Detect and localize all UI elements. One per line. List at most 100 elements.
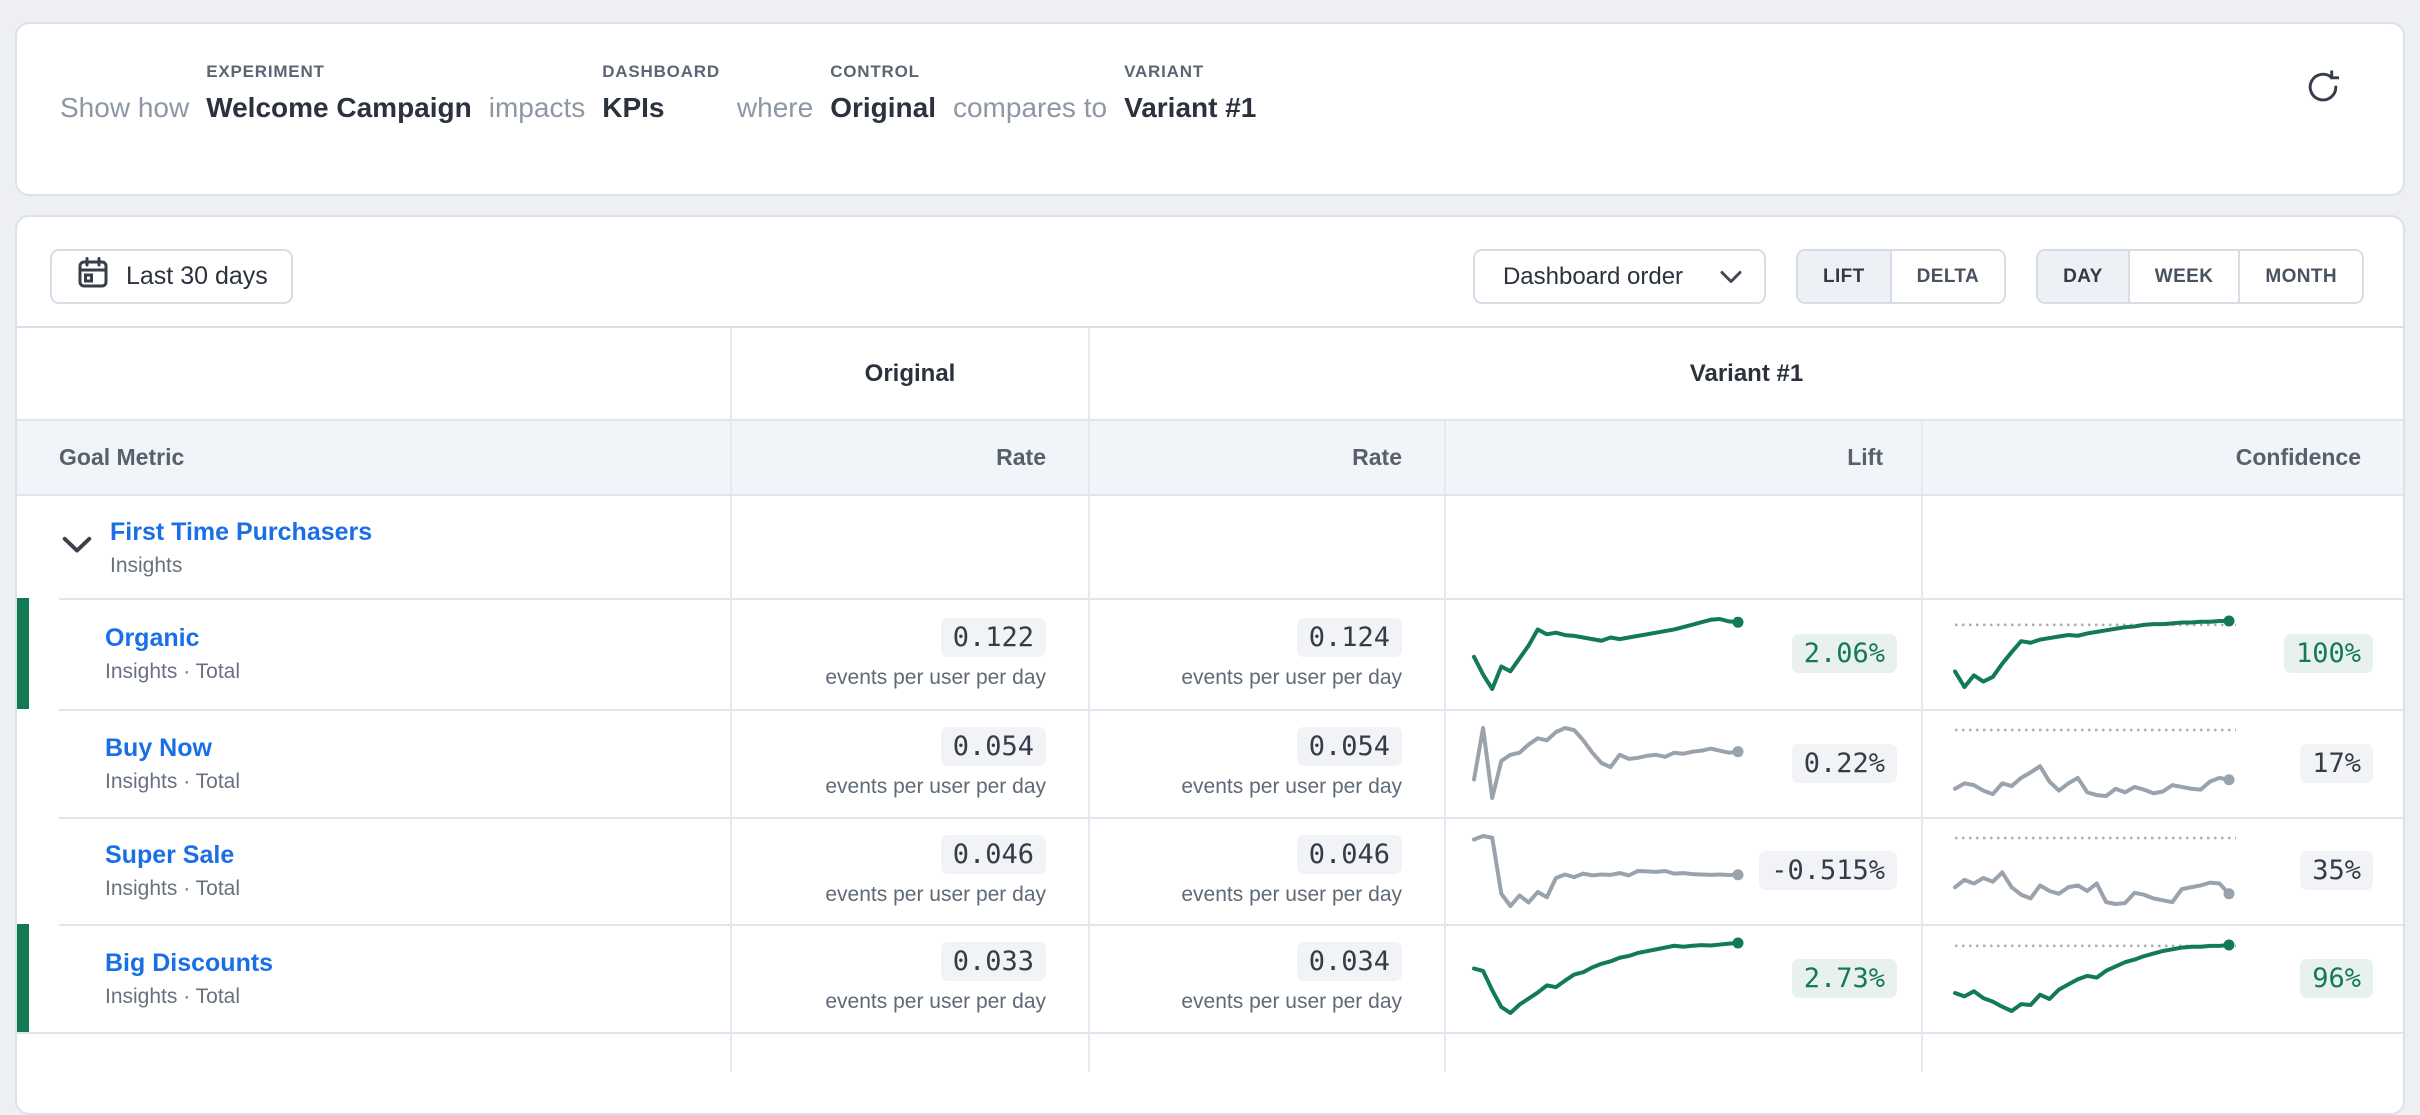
lift-value: -0.515% bbox=[1759, 851, 1897, 890]
rate-unit: events per user per day bbox=[1181, 666, 1402, 690]
control-value[interactable]: Original bbox=[830, 91, 936, 125]
confidence-value: 17% bbox=[2300, 744, 2373, 783]
rate-value: 0.122 bbox=[941, 618, 1046, 657]
variant-rate-cell: 0.054 events per user per day bbox=[1088, 709, 1444, 817]
metric-link[interactable]: First Time Purchasers bbox=[110, 517, 730, 547]
lift-cell: -0.515% bbox=[1444, 817, 1921, 924]
variant-group-header: Variant #1 bbox=[1088, 328, 2403, 419]
variant-label: VARIANT bbox=[1124, 62, 1256, 91]
metric-subtitle: Insights · Total bbox=[105, 985, 730, 1009]
toggle-option-delta[interactable]: DELTA bbox=[1890, 251, 2005, 302]
confidence-cell: 35% bbox=[1921, 817, 2403, 924]
toggle-option-week[interactable]: WEEK bbox=[2128, 251, 2239, 302]
metric-cell: Super Sale Insights · Total bbox=[17, 817, 730, 924]
rate-unit: events per user per day bbox=[825, 775, 1046, 799]
experiment-query-card: Show how EXPERIMENT Welcome Campaign imp… bbox=[15, 22, 2405, 196]
metric-subtitle: Insights · Total bbox=[105, 770, 730, 794]
query-part-show-how: Show how bbox=[60, 62, 189, 125]
metric-link[interactable]: Super Sale bbox=[105, 840, 730, 870]
metric-cell: Organic Insights · Total bbox=[17, 598, 730, 709]
control-rate-cell: 0.122 events per user per day bbox=[730, 598, 1088, 709]
confidence-sparkline bbox=[1951, 829, 2243, 913]
query-part-dashboard[interactable]: DASHBOARD KPIs bbox=[602, 62, 720, 125]
metric-link[interactable]: Buy Now bbox=[105, 733, 730, 763]
query-sentence: Show how EXPERIMENT Welcome Campaign imp… bbox=[17, 24, 2403, 125]
lift-cell: 0.22% bbox=[1444, 709, 1921, 817]
lift-value: 2.06% bbox=[1792, 634, 1897, 673]
lift-cell: 2.06% bbox=[1444, 598, 1921, 709]
toggle-option-lift[interactable]: LIFT bbox=[1798, 251, 1890, 302]
dashboard-value[interactable]: KPIs bbox=[602, 91, 720, 125]
lift-delta-toggle: LIFT DELTA bbox=[1796, 249, 2006, 304]
rate-unit: events per user per day bbox=[825, 666, 1046, 690]
rate-value: 0.046 bbox=[941, 835, 1046, 874]
query-part-where: where bbox=[737, 62, 813, 125]
col-header-lift: Lift bbox=[1444, 421, 1921, 494]
metric-cell: Big Discounts Insights · Total bbox=[17, 924, 730, 1032]
confidence-cell: 17% bbox=[1921, 709, 2403, 817]
lift-sparkline bbox=[1470, 719, 1752, 807]
rate-value: 0.124 bbox=[1297, 618, 1402, 657]
confidence-sparkline bbox=[1951, 612, 2243, 696]
confidence-value: 96% bbox=[2300, 959, 2373, 998]
toggle-option-month[interactable]: MONTH bbox=[2238, 251, 2362, 302]
rate-unit: events per user per day bbox=[825, 883, 1046, 907]
dashboard-label: DASHBOARD bbox=[602, 62, 720, 91]
query-part-experiment[interactable]: EXPERIMENT Welcome Campaign bbox=[206, 62, 472, 125]
lift-cell: 2.73% bbox=[1444, 924, 1921, 1032]
variant-value[interactable]: Variant #1 bbox=[1124, 91, 1256, 125]
variant-rate-cell: 0.046 events per user per day bbox=[1088, 817, 1444, 924]
query-text: Show how bbox=[60, 91, 189, 125]
rate-unit: events per user per day bbox=[1181, 883, 1402, 907]
query-part-impacts: impacts bbox=[489, 62, 585, 125]
rate-value: 0.034 bbox=[1297, 942, 1402, 981]
control-group-header: Original bbox=[730, 328, 1088, 419]
lift-value: 0.22% bbox=[1792, 744, 1897, 783]
rate-unit: events per user per day bbox=[825, 990, 1046, 1014]
table-row-partial bbox=[17, 1032, 2403, 1072]
collapse-chevron-icon[interactable] bbox=[61, 533, 93, 559]
confidence-value: 100% bbox=[2284, 634, 2373, 673]
lift-sparkline bbox=[1470, 934, 1752, 1022]
rate-value: 0.054 bbox=[941, 727, 1046, 766]
experiment-report-card: Last 30 days Dashboard order LIFT DELTA … bbox=[15, 215, 2405, 1115]
rate-value: 0.046 bbox=[1297, 835, 1402, 874]
table-row-buy-now: Buy Now Insights · Total 0.054 events pe… bbox=[17, 709, 2403, 817]
query-part-control[interactable]: CONTROL Original bbox=[830, 62, 936, 125]
table-group-header-row: Original Variant #1 bbox=[17, 328, 2403, 419]
rate-value: 0.033 bbox=[941, 942, 1046, 981]
date-range-button[interactable]: Last 30 days bbox=[50, 249, 293, 304]
calendar-icon bbox=[75, 255, 111, 298]
variant-rate-cell: 0.034 events per user per day bbox=[1088, 924, 1444, 1032]
refresh-button[interactable] bbox=[2299, 64, 2347, 112]
col-header-confidence: Confidence bbox=[1921, 421, 2403, 494]
metric-link[interactable]: Big Discounts bbox=[105, 948, 730, 978]
control-rate-cell: 0.054 events per user per day bbox=[730, 709, 1088, 817]
metric-cell: First Time Purchasers Insights bbox=[17, 496, 730, 598]
query-text: compares to bbox=[953, 91, 1107, 125]
control-rate-cell: 0.033 events per user per day bbox=[730, 924, 1088, 1032]
experiment-value[interactable]: Welcome Campaign bbox=[206, 91, 472, 125]
toolbar-right-group: Dashboard order LIFT DELTA DAY WEEK MONT… bbox=[1473, 249, 2364, 304]
query-part-variant[interactable]: VARIANT Variant #1 bbox=[1124, 62, 1256, 125]
refresh-icon bbox=[2301, 65, 2345, 112]
query-text: impacts bbox=[489, 91, 585, 125]
dashboard-order-select[interactable]: Dashboard order bbox=[1473, 249, 1766, 304]
metrics-table: Original Variant #1 Goal Metric Rate Rat… bbox=[17, 326, 2403, 1072]
metric-cell: Buy Now Insights · Total bbox=[17, 709, 730, 817]
variant-rate-cell: 0.124 events per user per day bbox=[1088, 598, 1444, 709]
metric-subtitle: Insights · Total bbox=[105, 877, 730, 901]
significance-marker bbox=[17, 598, 29, 709]
metric-link[interactable]: Organic bbox=[105, 623, 730, 653]
confidence-sparkline bbox=[1951, 936, 2243, 1020]
confidence-cell: 96% bbox=[1921, 924, 2403, 1032]
metric-subtitle: Insights · Total bbox=[105, 660, 730, 684]
control-rate-cell: 0.046 events per user per day bbox=[730, 817, 1088, 924]
control-label: CONTROL bbox=[830, 62, 936, 91]
table-row-big-discounts: Big Discounts Insights · Total 0.033 eve… bbox=[17, 924, 2403, 1032]
col-header-goal-metric: Goal Metric bbox=[17, 421, 730, 494]
dashboard-order-value: Dashboard order bbox=[1503, 263, 1683, 291]
significance-marker bbox=[17, 924, 29, 1032]
table-row-organic: Organic Insights · Total 0.122 events pe… bbox=[17, 598, 2403, 709]
toggle-option-day[interactable]: DAY bbox=[2038, 251, 2128, 302]
